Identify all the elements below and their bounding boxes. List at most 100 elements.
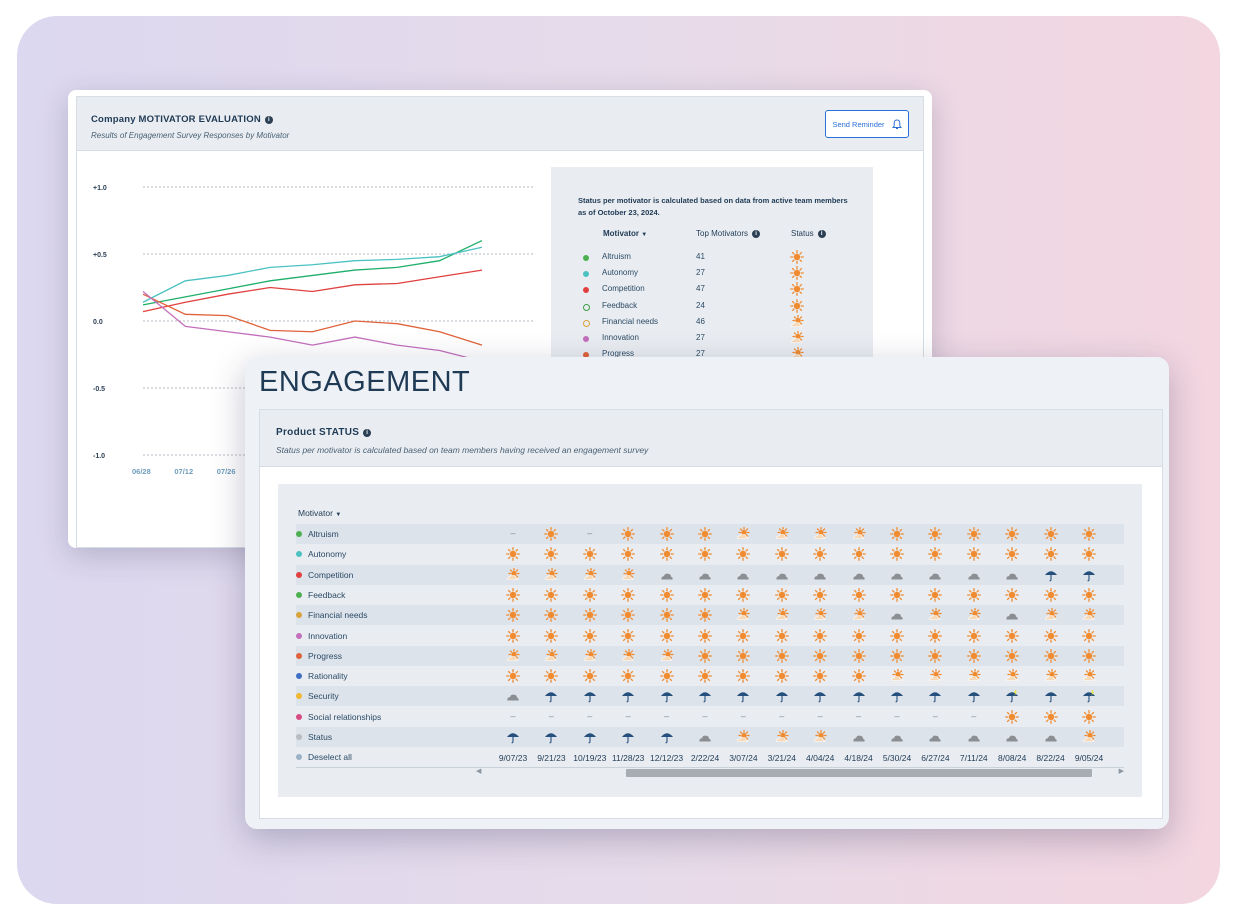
sun-icon[interactable] — [659, 527, 674, 541]
sun-icon[interactable] — [1005, 628, 1020, 643]
cloud-icon[interactable] — [928, 568, 942, 582]
sun-icon[interactable] — [851, 547, 866, 562]
cloud-icon[interactable] — [1005, 608, 1019, 622]
umbrella-icon[interactable] — [1082, 568, 1096, 582]
partly-cloudy-icon[interactable] — [928, 608, 943, 622]
cloud-icon[interactable] — [890, 730, 904, 744]
scrollbar-thumb[interactable] — [626, 769, 1092, 777]
sun-icon[interactable] — [582, 628, 597, 643]
motivator-column-header[interactable]: Motivator ▼ — [603, 229, 647, 238]
sun-icon[interactable] — [1043, 648, 1058, 663]
umbrella-icon[interactable] — [775, 689, 789, 703]
sun-icon[interactable] — [890, 527, 904, 541]
umbrella-icon[interactable] — [967, 689, 981, 703]
sun-icon[interactable] — [544, 669, 559, 684]
info-icon[interactable]: i — [817, 230, 826, 238]
umbrella-icon[interactable] — [583, 689, 597, 703]
sun-icon[interactable] — [966, 587, 981, 602]
motivator-row-label[interactable]: Rationality — [296, 671, 348, 681]
umbrella-icon[interactable] — [544, 730, 558, 744]
partly-cloudy-icon[interactable] — [967, 608, 981, 622]
sun-icon[interactable] — [1005, 547, 1020, 562]
status-list-item[interactable]: Innovation 27 — [583, 330, 823, 348]
sun-icon[interactable] — [890, 648, 904, 663]
sun-icon[interactable] — [582, 587, 597, 602]
sun-icon[interactable] — [813, 628, 828, 643]
partly-cloudy-icon[interactable] — [1044, 669, 1058, 683]
status-list-item[interactable]: Altruism 41 — [583, 250, 823, 267]
sun-icon[interactable] — [966, 648, 981, 663]
motivator-row-label[interactable]: Innovation — [296, 631, 347, 641]
cloud-icon[interactable] — [775, 568, 789, 582]
sun-icon[interactable] — [621, 527, 636, 541]
sun-icon[interactable] — [1005, 648, 1020, 663]
cloud-icon[interactable] — [1044, 730, 1058, 744]
sun-icon[interactable] — [698, 608, 712, 623]
sun-icon[interactable] — [813, 648, 828, 663]
sun-icon[interactable] — [544, 608, 559, 623]
sun-icon[interactable] — [774, 648, 789, 663]
cloud-icon[interactable] — [698, 730, 712, 744]
sun-icon[interactable] — [851, 628, 866, 643]
motivator-row-label[interactable]: Feedback — [296, 590, 345, 600]
status-list-item[interactable]: Autonomy 27 — [583, 266, 823, 283]
sun-icon[interactable] — [1082, 648, 1096, 663]
sun-icon[interactable] — [890, 587, 904, 602]
status-list-item[interactable]: Competition 47 — [583, 282, 823, 299]
sun-icon[interactable] — [544, 628, 559, 643]
sun-icon[interactable] — [928, 587, 943, 602]
sun-icon[interactable] — [1043, 709, 1058, 724]
cloud-icon[interactable] — [928, 730, 942, 744]
umbrella-icon[interactable] — [813, 689, 827, 703]
partly-cloudy-icon[interactable] — [621, 648, 635, 663]
cloud-icon[interactable] — [852, 730, 866, 744]
storm-icon[interactable] — [1005, 689, 1019, 703]
umbrella-icon[interactable] — [890, 689, 904, 703]
info-icon[interactable]: i — [752, 230, 761, 238]
sun-icon[interactable] — [890, 547, 904, 562]
partly-cloudy-icon[interactable] — [852, 608, 866, 622]
cloud-icon[interactable] — [660, 568, 674, 582]
partly-cloudy-icon[interactable] — [506, 567, 520, 582]
sun-icon[interactable] — [698, 547, 712, 562]
sun-icon[interactable] — [851, 587, 866, 602]
cloud-icon[interactable] — [967, 568, 981, 582]
umbrella-icon[interactable] — [698, 689, 712, 703]
sun-icon[interactable] — [736, 628, 751, 643]
partly-cloudy-icon[interactable] — [583, 567, 597, 582]
partly-cloudy-icon[interactable] — [1082, 669, 1096, 683]
scroll-left-icon[interactable]: ◀ — [476, 767, 481, 775]
motivator-row-label[interactable]: Competition — [296, 570, 353, 580]
umbrella-icon[interactable] — [660, 730, 674, 744]
umbrella-icon[interactable] — [660, 689, 674, 703]
partly-cloudy-icon[interactable] — [506, 648, 520, 663]
sun-icon[interactable] — [506, 628, 520, 643]
partly-cloudy-icon[interactable] — [890, 669, 904, 683]
sun-icon[interactable] — [659, 628, 674, 643]
sun-icon[interactable] — [736, 587, 751, 602]
partly-cloudy-icon[interactable] — [775, 730, 789, 744]
sun-icon[interactable] — [966, 628, 981, 643]
sun-icon[interactable] — [1005, 587, 1020, 602]
sun-icon[interactable] — [1082, 628, 1096, 643]
motivator-row-label[interactable]: Status — [296, 732, 332, 742]
sun-icon[interactable] — [544, 547, 559, 562]
sun-icon[interactable] — [1082, 527, 1096, 541]
sun-icon[interactable] — [621, 628, 636, 643]
partly-cloudy-icon[interactable] — [813, 527, 827, 541]
partly-cloudy-icon[interactable] — [660, 648, 674, 663]
sun-icon[interactable] — [506, 608, 520, 623]
motivator-row-label[interactable]: Progress — [296, 651, 342, 661]
sun-icon[interactable] — [1043, 587, 1058, 602]
sun-icon[interactable] — [736, 547, 751, 562]
cloud-icon[interactable] — [890, 608, 904, 622]
partly-cloudy-icon[interactable] — [736, 527, 751, 541]
sun-icon[interactable] — [506, 547, 520, 562]
partly-cloudy-icon[interactable] — [621, 567, 635, 582]
sun-icon[interactable] — [659, 547, 674, 562]
sun-icon[interactable] — [928, 547, 943, 562]
partly-cloudy-icon[interactable] — [1044, 608, 1058, 622]
deselect-all-button[interactable]: Deselect all — [296, 752, 352, 762]
partly-cloudy-icon[interactable] — [813, 730, 827, 744]
sun-icon[interactable] — [928, 648, 943, 663]
